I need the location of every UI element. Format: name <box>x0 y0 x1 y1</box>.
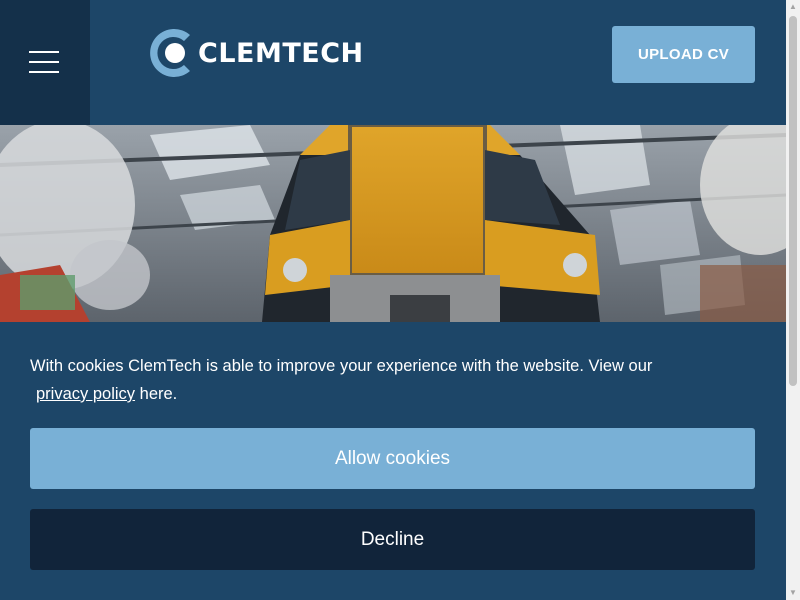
cookie-message-end: here. <box>139 385 178 403</box>
upload-cv-button[interactable]: UPLOAD CV <box>612 26 755 83</box>
cookie-message: With cookies ClemTech is able to improve… <box>30 352 730 408</box>
scrollbar[interactable]: ▲ ▼ <box>786 0 800 600</box>
decline-button[interactable]: Decline <box>30 509 755 570</box>
scroll-up-arrow-icon[interactable]: ▲ <box>786 0 800 14</box>
menu-button[interactable] <box>0 0 90 125</box>
privacy-policy-link[interactable]: privacy policy <box>36 385 135 403</box>
logo-text: CLEMTECH <box>198 37 364 69</box>
allow-cookies-button[interactable]: Allow cookies <box>30 428 755 489</box>
hero-image <box>0 125 786 322</box>
scroll-down-arrow-icon[interactable]: ▼ <box>786 586 800 600</box>
clemtech-logo-icon <box>150 29 190 77</box>
site-header: CLEMTECH UPLOAD CV <box>0 0 786 125</box>
cookie-message-text: With cookies ClemTech is able to improve… <box>30 357 653 375</box>
cookie-banner: With cookies ClemTech is able to improve… <box>0 322 786 600</box>
hamburger-menu-icon <box>29 51 59 53</box>
train-workshop-photo <box>0 125 786 322</box>
scrollbar-thumb[interactable] <box>789 16 797 386</box>
logo[interactable]: CLEMTECH <box>150 26 364 80</box>
page: CLEMTECH UPLOAD CV With cookies ClemTech… <box>0 0 800 600</box>
